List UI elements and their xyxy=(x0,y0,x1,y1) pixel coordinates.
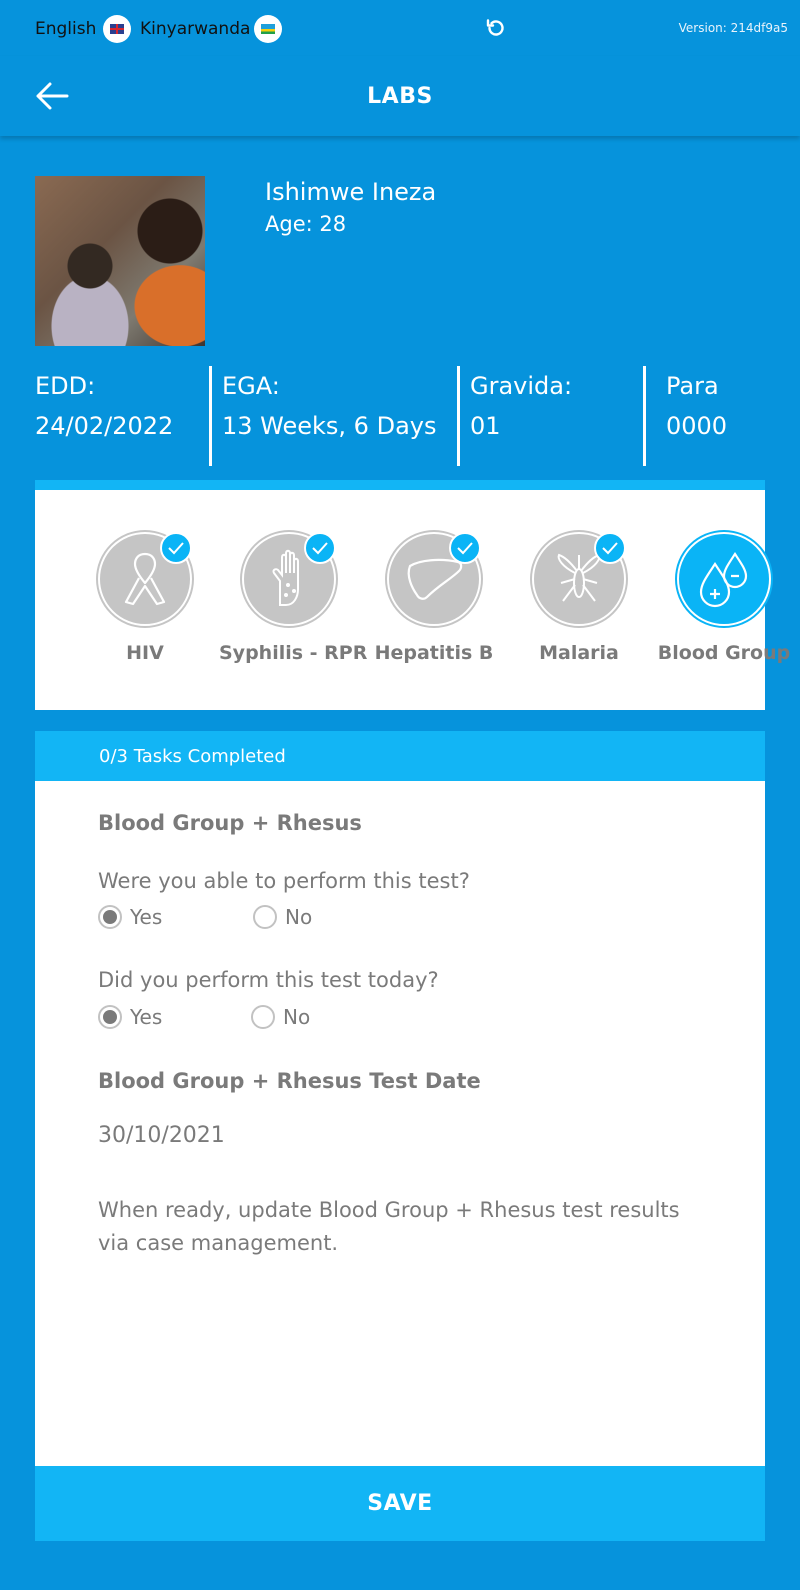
para-value: 0000 xyxy=(666,412,728,440)
para-stat: Para 0000 xyxy=(666,366,727,446)
info-note: When ready, update Blood Group + Rhesus … xyxy=(98,1198,680,1255)
gravida-stat: Gravida: 01 xyxy=(470,366,572,446)
patient-photo xyxy=(35,176,205,346)
test-label: HIV xyxy=(126,642,164,664)
test-date-field[interactable]: 30/10/2021 xyxy=(98,1123,225,1148)
radio-unchecked-icon xyxy=(251,1005,275,1029)
test-label: Syphilis - RPR xyxy=(219,642,368,664)
language-kinyarwanda[interactable]: Kinyarwanda xyxy=(140,19,250,39)
edd-value: 24/02/2022 xyxy=(35,412,174,440)
radio-checked-icon xyxy=(98,1005,122,1029)
lab-tests-panel: HIV Syphilis - RPR Hepatitis B Malaria B… xyxy=(35,480,790,710)
patient-name: Ishimwe Ineza xyxy=(265,178,437,206)
page-title: LABS xyxy=(367,84,433,109)
radio-label: No xyxy=(283,1005,311,1029)
language-english[interactable]: English xyxy=(35,19,96,39)
divider xyxy=(643,366,646,466)
test-syphilis[interactable]: Syphilis - RPR xyxy=(219,532,368,664)
tasks-completed: 0/3 Tasks Completed xyxy=(99,746,286,767)
divider xyxy=(457,366,460,466)
radio-label: Yes xyxy=(130,905,163,929)
divider xyxy=(209,366,212,466)
q2-no-radio[interactable]: No xyxy=(251,1005,310,1029)
para-label: Para xyxy=(666,372,719,400)
section-title: Blood Group + Rhesus xyxy=(98,811,362,835)
edd-label: EDD: xyxy=(35,372,96,400)
radio-label: No xyxy=(285,905,313,929)
ega-label: EGA: xyxy=(222,372,280,400)
question-performed: Were you able to perform this test? xyxy=(98,869,470,893)
save-button[interactable]: SAVE xyxy=(35,1466,765,1541)
test-hiv[interactable]: HIV xyxy=(75,532,215,664)
q1-no-radio[interactable]: No xyxy=(253,905,312,929)
ega-value: 13 Weeks, 6 Days xyxy=(222,412,437,440)
refresh-icon[interactable] xyxy=(484,16,508,40)
ega-stat: EGA: 13 Weeks, 6 Days xyxy=(222,366,436,446)
check-icon xyxy=(304,532,336,564)
check-icon xyxy=(594,532,626,564)
gravida-label: Gravida: xyxy=(470,372,573,400)
progress-header: 0/3 Tasks Completed xyxy=(35,731,765,781)
q2-yes-radio[interactable]: Yes xyxy=(98,1005,162,1029)
test-blood-group[interactable]: Blood Group xyxy=(654,532,794,664)
test-label: Blood Group xyxy=(657,642,791,664)
blood-drops-icon xyxy=(699,552,748,608)
liver-icon xyxy=(407,558,463,600)
radio-label: Yes xyxy=(130,1005,163,1029)
question-today: Did you perform this test today? xyxy=(98,968,439,992)
radio-unchecked-icon xyxy=(253,905,277,929)
version-label: Version: 214df9a5 xyxy=(678,21,788,35)
test-malaria[interactable]: Malaria xyxy=(509,532,649,664)
test-label: Malaria xyxy=(539,642,619,664)
radio-checked-icon xyxy=(98,905,122,929)
test-label: Hepatitis B xyxy=(374,642,494,664)
app-header: LABS xyxy=(0,56,800,136)
test-date-label: Blood Group + Rhesus Test Date xyxy=(98,1069,481,1093)
check-icon xyxy=(449,532,481,564)
rwanda-flag-icon[interactable] xyxy=(254,15,282,43)
patient-age: Age: 28 xyxy=(265,212,347,236)
gravida-value: 01 xyxy=(470,412,501,440)
edd-stat: EDD: 24/02/2022 xyxy=(35,366,173,446)
check-icon xyxy=(160,532,192,564)
blood-group-form: 0/3 Tasks Completed Blood Group + Rhesus… xyxy=(35,731,765,1541)
test-hepatitis-b[interactable]: Hepatitis B xyxy=(364,532,504,664)
q1-yes-radio[interactable]: Yes xyxy=(98,905,162,929)
status-bar: English Kinyarwanda Version: 214df9a5 xyxy=(0,0,800,56)
uk-flag-icon[interactable] xyxy=(103,15,131,43)
